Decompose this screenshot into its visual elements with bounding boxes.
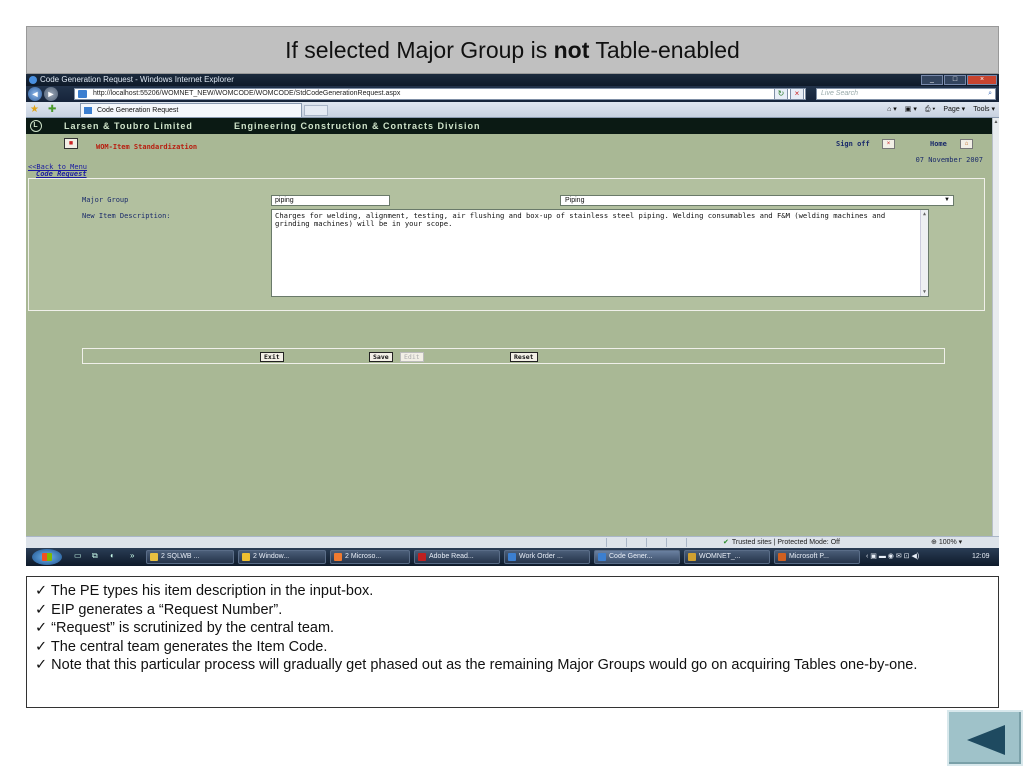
current-date: 07 November 2007 [915,156,983,164]
module-icon: ■ [64,138,78,149]
edit-button: Edit [400,352,424,362]
new-tab-button[interactable] [304,105,328,116]
note-item: ✓ “Request” is scrutinized by the centra… [35,620,335,636]
slide-title-emphasis: not [553,37,590,63]
module-header: ■ WOM-Item Standardization Sign off × Ho… [26,134,992,156]
description-label: New Item Description: [82,212,171,220]
command-bar: ⌂ ▾ ▣ ▾ ⎙ ▾ Page ▾ Tools ▾ [887,104,995,116]
print-icon[interactable]: ⎙ ▾ [925,104,936,116]
major-group-select-value: Piping [565,197,585,204]
slide-title-text: If selected Major Group is [285,37,554,63]
minimize-button[interactable]: _ [921,75,943,85]
address-bar[interactable]: http://localhost:55206/WOMNET_NEW/WOMCOD… [74,88,806,100]
major-group-value: piping [275,197,294,204]
refresh-icon[interactable]: ↻ [774,88,788,100]
slide-notes: ✓ The PE types his item description in t… [26,576,999,708]
window-controls: _ □ × [921,75,997,85]
scroll-down-icon[interactable]: ▼ [993,542,999,550]
tab-bar: ★ ✚ Code Generation Request ⌂ ▾ ▣ ▾ ⎙ ▾ … [26,102,999,118]
sign-off-icon[interactable]: × [882,139,895,149]
window-title-bar: Code Generation Request - Windows Intern… [26,74,999,86]
page-scrollbar[interactable]: ▲ ▼ [992,118,999,550]
section-title: Code Request [36,170,87,178]
page-icon [84,107,92,114]
add-favorites-icon[interactable]: ✚ [48,104,56,115]
note-item: ✓ Note that this particular process will… [35,657,918,673]
close-button[interactable]: × [967,75,997,85]
tab-label: Code Generation Request [97,107,179,114]
page-icon [78,90,87,98]
company-name: Larsen & Toubro Limited [64,121,193,131]
item-description-text: Charges for welding, alignment, testing,… [275,211,886,228]
home-icon[interactable]: ⌂ [960,139,973,149]
triangle-left-icon [967,725,1005,755]
page-menu[interactable]: Page ▾ [943,104,965,116]
sign-off-link[interactable]: Sign off [836,140,870,148]
previous-slide-button[interactable] [947,710,1023,766]
search-icon[interactable]: ⌕ [988,89,992,99]
scroll-down-icon[interactable]: ▼ [921,288,928,296]
home-link[interactable]: Home [930,140,947,148]
feeds-icon[interactable]: ▣ ▾ [905,104,917,116]
reset-button[interactable]: Reset [510,352,538,362]
ie-icon [29,76,37,84]
url-text: http://localhost:55206/WOMNET_NEW/WOMCOD… [93,90,401,97]
note-item: ✓ EIP generates a “Request Number”. [35,601,283,618]
maximize-button[interactable]: □ [944,75,966,85]
exit-button[interactable]: Exit [260,352,284,362]
favorites-star-icon[interactable]: ★ [30,104,39,115]
address-bar-row: ◄ ► http://localhost:55206/WOMNET_NEW/WO… [26,86,999,102]
item-description-textarea[interactable]: Charges for welding, alignment, testing,… [271,209,929,297]
forward-arrow-icon[interactable]: ► [44,87,58,101]
slide-title: If selected Major Group is not Table-ena… [26,26,999,74]
search-placeholder: Live Search [821,90,858,97]
scroll-up-icon[interactable]: ▲ [921,210,928,218]
note-item: ✓ The central team generates the Item Co… [35,638,328,655]
app-header: L Larsen & Toubro Limited Engineering Co… [26,118,992,134]
back-arrow-icon[interactable]: ◄ [28,87,42,101]
textarea-scrollbar[interactable]: ▲ ▼ [920,210,928,296]
module-title: WOM-Item Standardization [96,143,198,151]
scroll-up-icon[interactable]: ▲ [993,118,999,126]
division-name: Engineering Construction & Contracts Div… [234,121,481,131]
save-button[interactable]: Save [369,352,393,362]
tab-code-generation-request[interactable]: Code Generation Request [80,103,302,117]
home-icon[interactable]: ⌂ ▾ [887,104,897,116]
slide-title-text-end: Table-enabled [589,37,740,63]
lt-logo-icon: L [30,120,42,132]
chevron-down-icon[interactable]: ▼ [944,196,950,205]
window-title: Code Generation Request - Windows Intern… [40,75,234,84]
stop-icon[interactable]: × [790,88,804,100]
note-item: ✓ The PE types his item description in t… [35,583,374,599]
live-search-input[interactable]: Live Search ⌕ [816,88,996,100]
tools-menu[interactable]: Tools ▾ [973,104,995,116]
major-group-label: Major Group [82,196,129,204]
major-group-select[interactable]: Piping ▼ [560,195,954,206]
major-group-input[interactable]: piping [271,195,390,206]
browser-screenshot: Code Generation Request - Windows Intern… [26,74,999,566]
